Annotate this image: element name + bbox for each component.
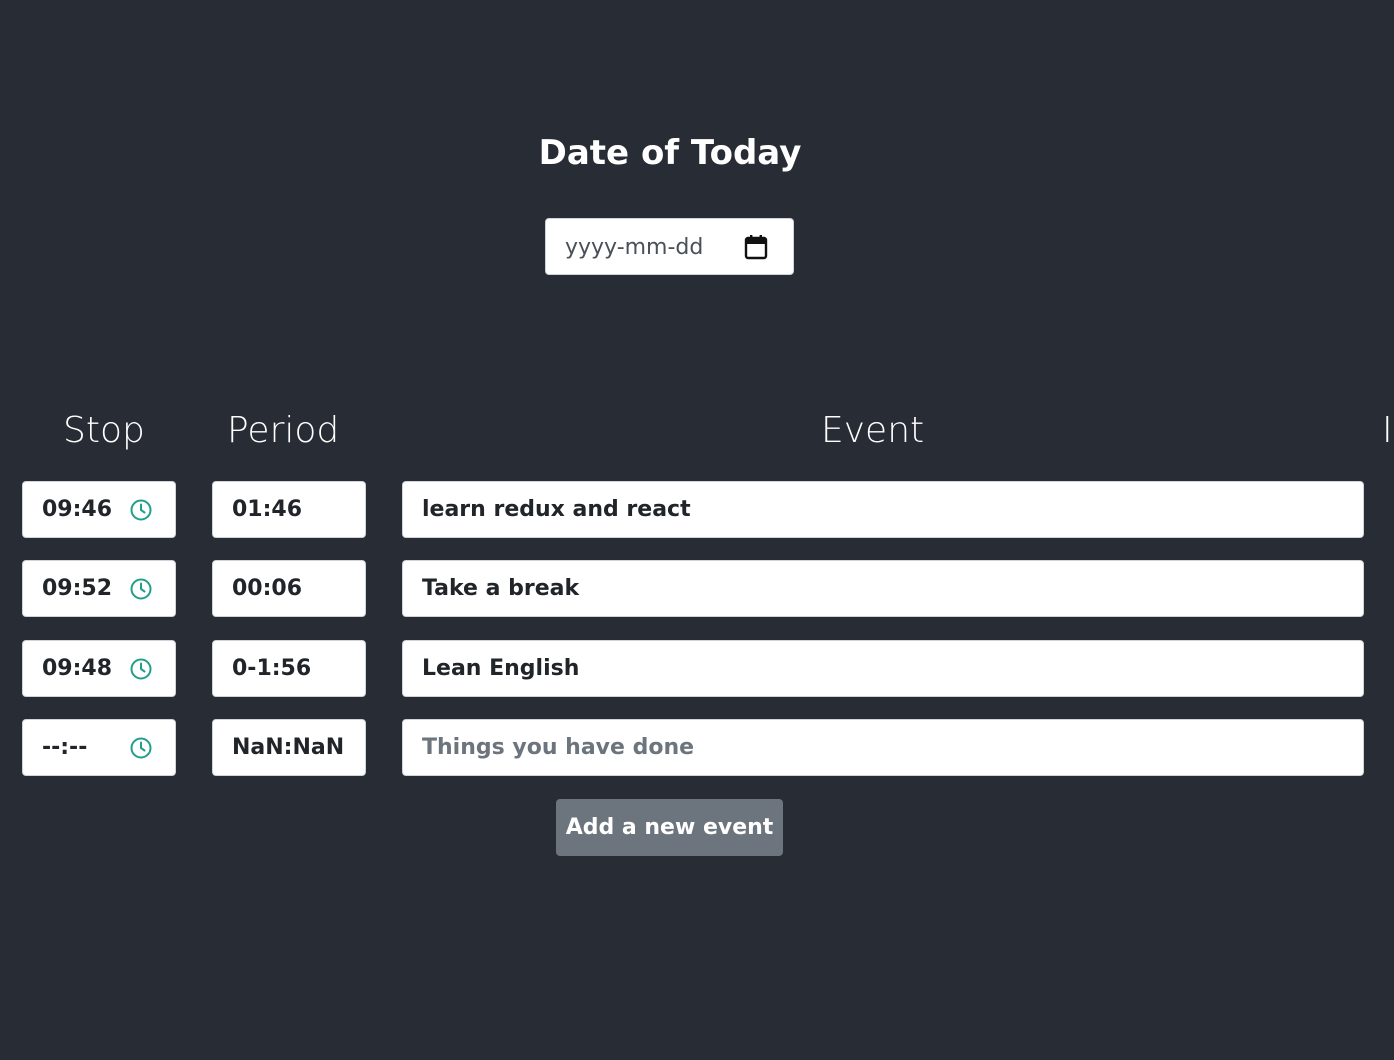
stop-time-value: 09:48 xyxy=(42,656,113,681)
clock-icon[interactable] xyxy=(129,736,153,760)
period-field[interactable]: 01:46 xyxy=(212,481,366,538)
period-field[interactable]: NaN:NaN xyxy=(212,719,366,776)
date-placeholder: yyyy-mm-dd xyxy=(565,235,704,260)
stop-time-value: --:-- xyxy=(42,735,88,760)
event-placeholder: Things you have done xyxy=(422,735,695,760)
stop-time-value: 09:46 xyxy=(42,497,113,522)
page-title: Date of Today xyxy=(538,133,802,173)
event-input[interactable]: Lean English xyxy=(402,640,1364,697)
column-header-stop: Stop xyxy=(63,410,145,451)
period-value: NaN:NaN xyxy=(232,735,345,760)
stop-time-value: 09:52 xyxy=(42,576,113,601)
period-value: 00:06 xyxy=(232,576,303,601)
period-value: 01:46 xyxy=(232,497,303,522)
add-event-button[interactable]: Add a new event xyxy=(556,799,783,856)
column-header-partial: I xyxy=(1382,410,1393,451)
clock-icon[interactable] xyxy=(129,498,153,522)
period-field[interactable]: 0-1:56 xyxy=(212,640,366,697)
date-input[interactable]: yyyy-mm-dd xyxy=(545,218,794,275)
stop-time-input[interactable]: 09:52 xyxy=(22,560,176,617)
clock-icon[interactable] xyxy=(129,657,153,681)
column-header-period: Period xyxy=(227,410,340,451)
calendar-icon[interactable] xyxy=(744,234,768,260)
event-input[interactable]: learn redux and react xyxy=(402,481,1364,538)
period-value: 0-1:56 xyxy=(232,656,312,681)
stop-time-input[interactable]: 09:46 xyxy=(22,481,176,538)
stop-time-input[interactable]: 09:48 xyxy=(22,640,176,697)
event-input[interactable]: Things you have done xyxy=(402,719,1364,776)
event-value: Lean English xyxy=(422,656,580,681)
period-field[interactable]: 00:06 xyxy=(212,560,366,617)
event-value: learn redux and react xyxy=(422,497,691,522)
column-header-event: Event xyxy=(821,410,925,451)
stop-time-input[interactable]: --:-- xyxy=(22,719,176,776)
event-input[interactable]: Take a break xyxy=(402,560,1364,617)
clock-icon[interactable] xyxy=(129,577,153,601)
event-value: Take a break xyxy=(422,576,580,601)
